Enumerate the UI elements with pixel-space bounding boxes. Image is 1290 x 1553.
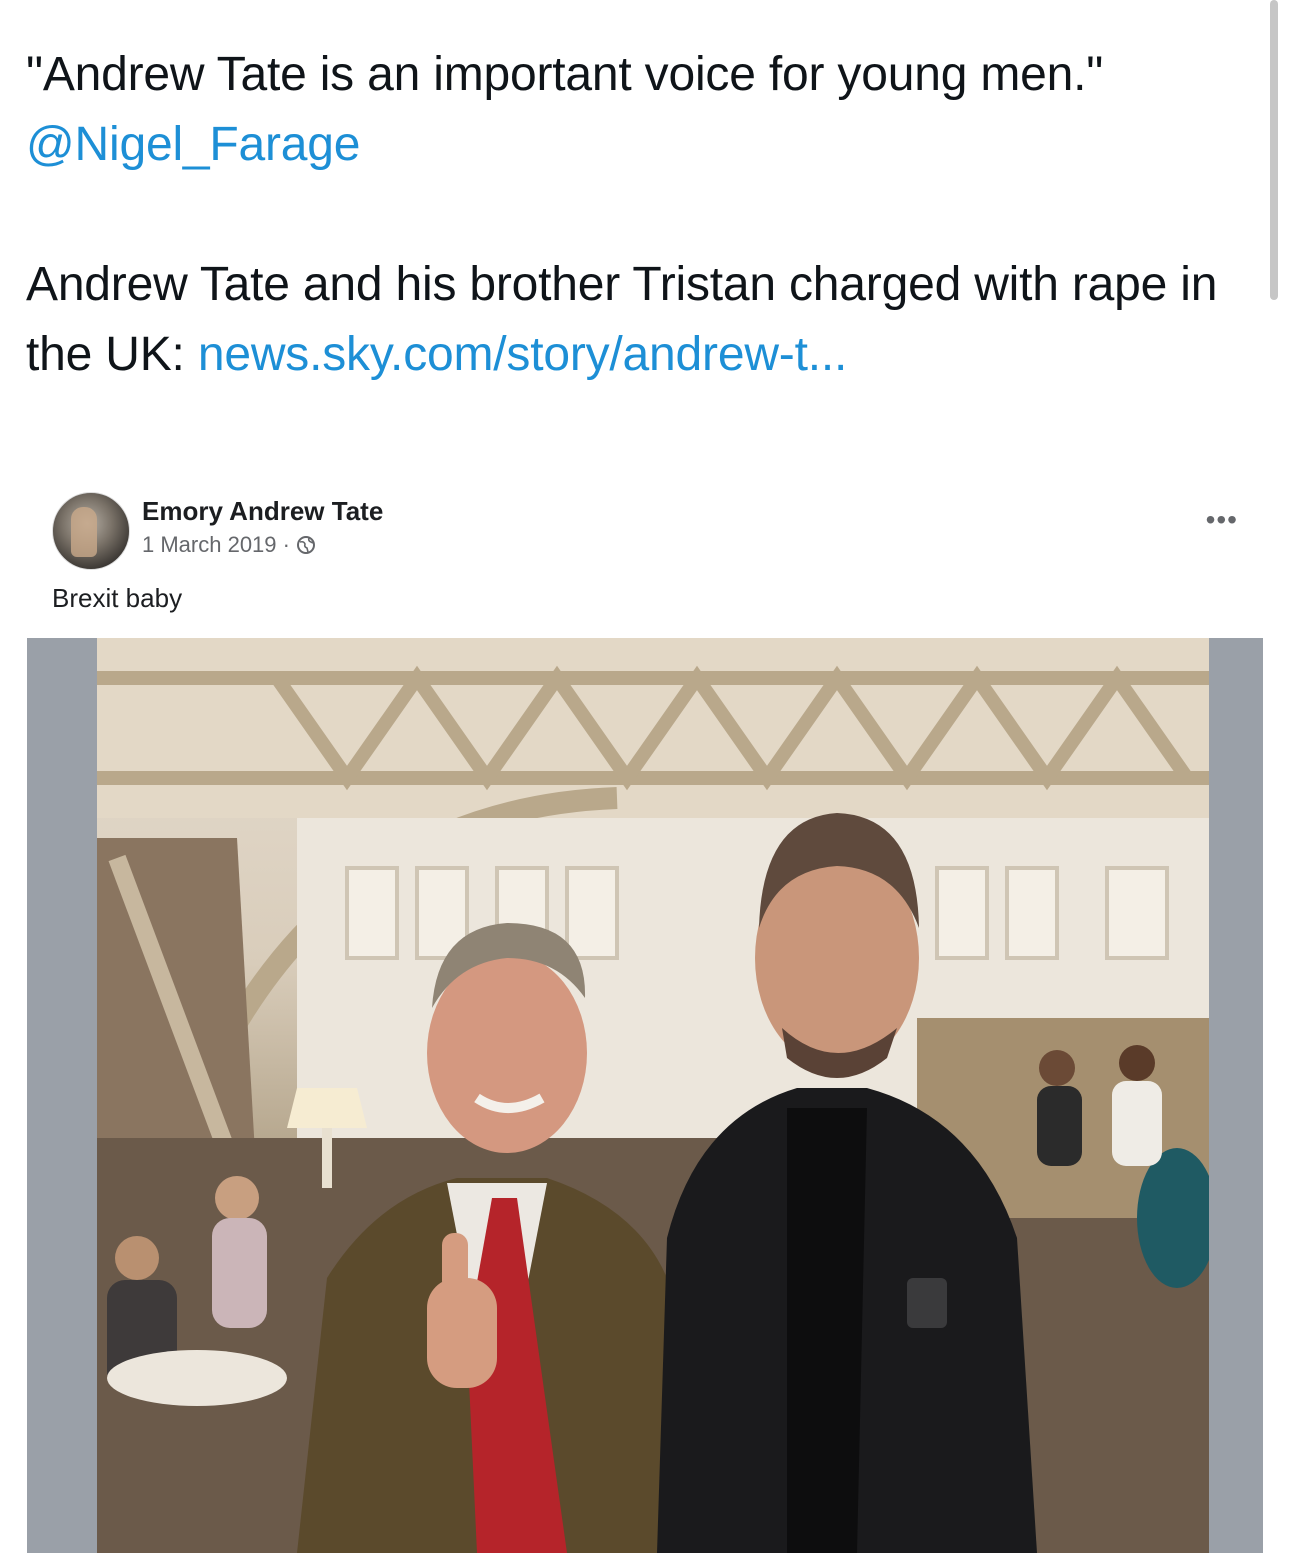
post-photo-frame [27,638,1263,1553]
tweet-quote: "Andrew Tate is an important voice for y… [26,48,1104,101]
tweet-quote-paragraph: "Andrew Tate is an important voice for y… [26,40,1266,180]
scrollbar[interactable] [1270,0,1278,300]
more-options-icon[interactable]: ••• [1206,506,1238,534]
globe-icon [296,535,316,555]
avatar[interactable] [52,492,130,570]
post-caption: Brexit baby [52,583,183,613]
post-photo[interactable] [97,638,1209,1553]
tweet-body: "Andrew Tate is an important voice for y… [26,40,1266,390]
news-link[interactable]: news.sky.com/story/andrew-t... [198,328,847,381]
post-author-name[interactable]: Emory Andrew Tate [142,496,383,527]
mention-link[interactable]: @Nigel_Farage [26,118,360,171]
embedded-post-header: Emory Andrew Tate 1 March 2019 · ••• [52,492,1252,572]
tweet-news-paragraph: Andrew Tate and his brother Tristan char… [26,250,1266,390]
post-meta: 1 March 2019 · [142,532,316,558]
post-date[interactable]: 1 March 2019 · [142,532,290,558]
